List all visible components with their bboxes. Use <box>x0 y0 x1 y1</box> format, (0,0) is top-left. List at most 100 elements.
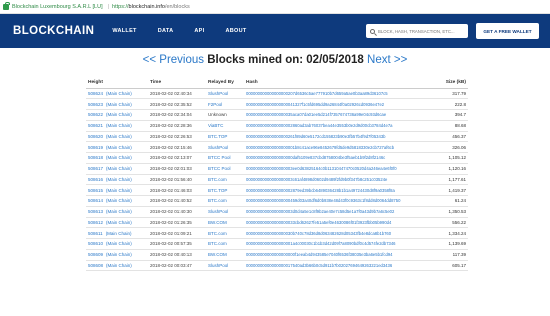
nav-link-data[interactable]: DATA <box>158 28 174 34</box>
block-size: 394.7 <box>432 109 468 121</box>
hash-cell: 000000000000000000033cbd62627fe51a5ef0e4… <box>244 217 432 229</box>
url-host: blockchain.info <box>128 3 165 10</box>
block-hash-link[interactable]: 00000000000000000030b740c78d36d8d0634826… <box>246 231 391 236</box>
block-hash-link[interactable]: 00000000000000000003ee0d63825164c0b11310… <box>246 166 397 171</box>
relayed-by-link[interactable]: BTC.TOP <box>208 188 227 193</box>
hash-cell: 000000000000000000000f1eeab4d943585e7040… <box>244 249 432 261</box>
block-height-link[interactable]: 508611 <box>88 231 103 236</box>
relayed-by-link[interactable]: SlushPool <box>208 91 228 96</box>
block-height-link[interactable]: 508613 <box>88 209 103 214</box>
block-size: 117.39 <box>432 249 468 261</box>
block-hash-link[interactable]: 00000000000000000001a4c00030c1b1b3d42d09… <box>246 241 396 246</box>
block-height-link[interactable]: 508608 <box>88 263 103 268</box>
hash-cell: 00000000000000000003c61af4898d0602d9489f… <box>244 174 432 186</box>
block-height-link[interactable]: 508624 <box>88 91 103 96</box>
nav-link-wallet[interactable]: WALLET <box>112 28 136 34</box>
block-hash-link[interactable]: 000000000000000000001b8c41ace96e8452679f… <box>246 145 394 150</box>
address-separator: | <box>107 3 110 10</box>
main-chain-label: (Main Chain) <box>106 219 132 225</box>
block-height-link[interactable]: 508612 <box>88 220 103 225</box>
block-hash-link[interactable]: 00000000000000000002879ed39bcb6489036428… <box>246 188 395 193</box>
browser-address-bar[interactable]: Blockchain Luxembourg S.A.R.L [LU] | htt… <box>0 0 550 14</box>
relayed-by-link[interactable]: BTC.com <box>208 231 227 236</box>
block-height-link[interactable]: 508610 <box>88 241 103 246</box>
block-hash-link[interactable]: 000000000000000000207d6536c5ae777910b7d6… <box>246 91 388 96</box>
block-height-link[interactable]: 508615 <box>88 188 103 193</box>
block-size: 1,120.16 <box>432 163 468 175</box>
main-chain-label: (Main Chain) <box>105 230 132 236</box>
nav-link-about[interactable]: ABOUT <box>225 28 246 34</box>
block-hash-link[interactable]: 00000000000000000000daf5109e837cbd875800… <box>246 155 385 160</box>
block-hash-link[interactable]: 000000000000000000261f89d60e5172cd155823… <box>246 134 386 139</box>
next-day-link[interactable]: Next >> <box>367 54 407 66</box>
table-row: 508611 (Main Chain) 2018-02-02 01:09:21 BTC… <box>86 227 468 239</box>
block-height-link[interactable]: 508621 <box>88 123 103 128</box>
relayed-by-link[interactable]: F2Pool <box>208 102 222 107</box>
block-time: 2018-02-02 02:01:03 <box>148 163 206 175</box>
previous-day-link[interactable]: << Previous <box>143 54 204 66</box>
relayed-by-link[interactable]: BW.COM <box>208 252 227 257</box>
relayed-by-link[interactable]: BTCC Pool <box>208 166 231 171</box>
blockchain-logo[interactable]: BLOCKCHAIN <box>13 25 94 37</box>
block-height-link[interactable]: 508623 <box>88 102 103 107</box>
block-height-link[interactable]: 508622 <box>88 112 103 117</box>
relayed-by-link[interactable]: ViaBTC <box>208 123 223 128</box>
relayed-by-link[interactable]: SlushPool <box>208 209 228 214</box>
height-cell: 508609 (Main Chain) <box>86 249 148 261</box>
relayed-by-link[interactable]: SlushPool <box>208 145 228 150</box>
search-box[interactable] <box>366 24 468 38</box>
search-input[interactable] <box>378 28 466 34</box>
relayed-by-cell: F2Pool <box>206 98 244 110</box>
main-chain-label: (Main Chain) <box>106 209 132 215</box>
relayed-by-link[interactable]: BW.COM <box>208 220 227 225</box>
block-size: 61.24 <box>432 195 468 207</box>
block-height-link[interactable]: 508616 <box>88 177 103 182</box>
hash-cell: 000000000000000000261f89d60e5172cd155823… <box>244 131 432 143</box>
block-height-link[interactable]: 508618 <box>88 155 103 160</box>
url-protocol: https:// <box>112 3 129 10</box>
relayed-by-link[interactable]: BTCC Pool <box>208 155 231 160</box>
block-size: 1,105.12 <box>432 152 468 164</box>
block-size: 88.68 <box>432 120 468 132</box>
block-height-link[interactable]: 508619 <box>88 145 103 150</box>
hash-cell: 00000000000000000035aca07da01ee5d214f735… <box>244 109 432 121</box>
get-free-wallet-button[interactable]: GET A FREE WALLET <box>476 23 539 39</box>
blocks-table: Height Time Relayed By Hash Size (kB) 50… <box>86 78 468 272</box>
height-cell: 508611 (Main Chain) <box>86 227 148 239</box>
hash-cell: 00000000000000000000daf5109e837cbd875800… <box>244 152 432 164</box>
relayed-by-link[interactable]: SlushPool <box>208 263 228 268</box>
block-hash-link[interactable]: 000000000000000000041327f1c5fd695dd9a268… <box>246 102 384 107</box>
block-hash-link[interactable]: 00000000000000000002860ad3ab76037bea44e3… <box>246 123 393 128</box>
block-time: 2018-02-02 02:13:07 <box>148 152 206 164</box>
relayed-by-cell: BW.COM <box>206 217 244 229</box>
block-hash-link[interactable]: 00000000000000000003c61af4898d0602d9489f… <box>246 177 387 182</box>
column-header-height: Height <box>86 78 148 89</box>
block-time: 2018-02-02 00:03:47 <box>148 260 206 272</box>
height-cell: 508621 (Main Chain) <box>86 120 148 132</box>
block-height-link[interactable]: 508617 <box>88 166 103 171</box>
hash-cell: 00000000000000000002860ad3ab76037bea44e3… <box>244 120 432 132</box>
relayed-by-link[interactable]: BTC.TOP <box>208 134 227 139</box>
relayed-by-link[interactable]: BTC.com <box>208 198 227 203</box>
block-height-link[interactable]: 508609 <box>88 252 103 257</box>
search-icon[interactable] <box>370 28 375 34</box>
block-hash-link[interactable]: 000000000000000000000f1eeab4d943585e7040… <box>246 252 392 257</box>
block-height-link[interactable]: 508620 <box>88 134 103 139</box>
block-hash-link[interactable]: 00000000000000000035aca07da01ee5d214f735… <box>246 112 386 117</box>
table-header-row: Height Time Relayed By Hash Size (kB) <box>86 78 468 89</box>
relayed-by-link[interactable]: BTC.com <box>208 177 227 182</box>
relayed-by-link[interactable]: BTC.com <box>208 241 227 246</box>
block-size: 317.79 <box>432 88 468 100</box>
block-size: 1,419.37 <box>432 184 468 196</box>
block-hash-link[interactable]: 00000000000000000017540ad3b66b0c5d911b7b… <box>246 263 392 268</box>
block-hash-link[interactable]: 000000000000000000033cbd62627fe51a5ef0e4… <box>246 220 391 225</box>
blocks-table-body: 508624 (Main Chain) 2018-02-02 02:40:34 Slu… <box>86 88 468 272</box>
block-height-link[interactable]: 508614 <box>88 198 103 203</box>
nav-link-api[interactable]: API <box>194 28 204 34</box>
hash-cell: 00000000000000000003ee0d63825164c0b11310… <box>244 163 432 175</box>
block-hash-link[interactable]: 0000000000000000000459d03a40df6d0b938e48… <box>246 198 400 203</box>
block-time: 2018-02-02 01:40:30 <box>148 206 206 218</box>
main-chain-label: (Main Chain) <box>106 155 132 161</box>
block-hash-link[interactable]: 00000000000000000003d0d4a5e1c8f9b2ae40e7… <box>246 209 394 214</box>
hash-cell: 00000000000000000002879ed39bcb6489036428… <box>244 184 432 196</box>
